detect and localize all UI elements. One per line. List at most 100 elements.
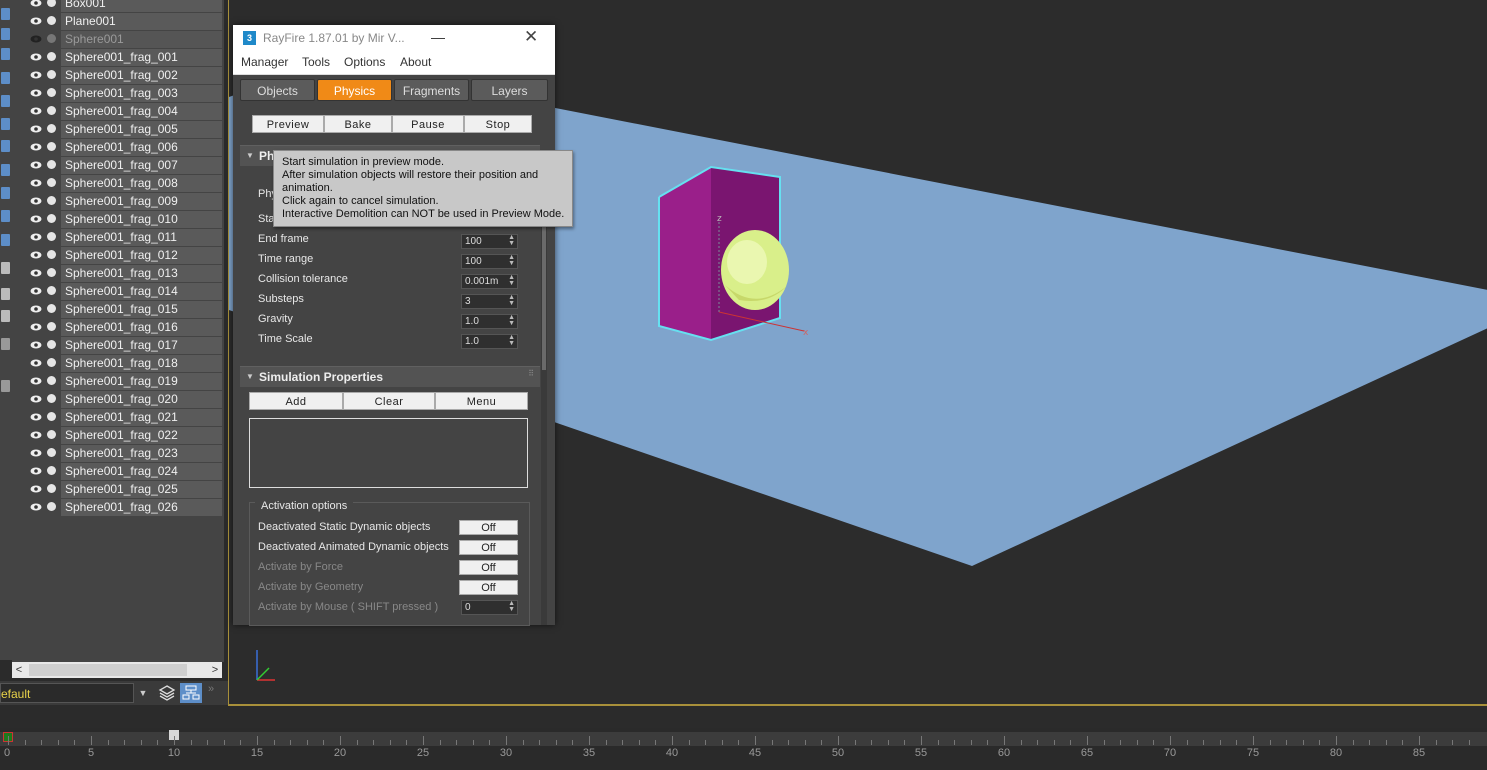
explorer-horizontal-scrollbar[interactable]: < > [12,662,222,678]
tab-layers[interactable]: Layers [471,79,548,101]
render-toggle-icon[interactable] [47,52,56,61]
explorer-row[interactable]: Sphere001_frag_010 [12,211,222,228]
object-name[interactable]: Sphere001_frag_008 [61,175,222,192]
toolbar-icon[interactable] [1,95,10,107]
hierarchy-icon[interactable] [180,683,202,703]
explorer-row[interactable]: Sphere001_frag_001 [12,49,222,66]
spinner-arrows-icon[interactable]: ▲ ▼ [508,254,515,267]
spinner-arrows-icon[interactable]: ▲ ▼ [508,600,515,613]
render-toggle-icon[interactable] [47,448,56,457]
toolbar-icon[interactable] [1,262,10,274]
object-name[interactable]: Sphere001_frag_019 [61,373,222,390]
render-toggle-icon[interactable] [47,430,56,439]
toolbar-icon[interactable] [1,234,10,246]
tab-fragments[interactable]: Fragments [394,79,469,101]
tab-objects[interactable]: Objects [240,79,315,101]
object-name[interactable]: Sphere001_frag_018 [61,355,222,372]
object-name[interactable]: Sphere001_frag_016 [61,319,222,336]
toolbar-icon[interactable] [1,140,10,152]
object-name[interactable]: Sphere001_frag_017 [61,337,222,354]
toolbar-icon[interactable] [1,288,10,300]
render-toggle-icon[interactable] [47,178,56,187]
toolbar-icon[interactable] [1,48,10,60]
spinner-arrows-icon[interactable]: ▲ ▼ [508,274,515,287]
visibility-eye-icon[interactable] [30,377,42,385]
object-name[interactable]: Sphere001_frag_020 [61,391,222,408]
visibility-eye-icon[interactable] [30,215,42,223]
layers-icon[interactable] [157,683,177,703]
explorer-row[interactable]: Sphere001_frag_003 [12,85,222,102]
spinner-value[interactable]: 0 [465,602,471,613]
explorer-row[interactable]: Sphere001_frag_006 [12,139,222,156]
visibility-eye-icon[interactable] [30,359,42,367]
render-toggle-icon[interactable] [47,196,56,205]
spinner-value[interactable]: 0.001m [465,276,498,287]
toolbar-icon[interactable] [1,338,10,350]
visibility-eye-icon[interactable] [30,0,42,7]
menu-tools[interactable]: Tools [302,55,330,69]
explorer-row[interactable]: Sphere001_frag_009 [12,193,222,210]
visibility-eye-icon[interactable] [30,395,42,403]
spinner-value[interactable]: 100 [465,236,482,247]
spinner-arrows-icon[interactable]: ▲ ▼ [508,334,515,347]
menu-button[interactable]: Menu [435,392,528,410]
menu-options[interactable]: Options [344,55,385,69]
property-spinner[interactable]: 1.0 ▲ ▼ [461,314,518,329]
close-icon[interactable]: ✕ [524,27,538,47]
object-name[interactable]: Box001 [61,0,222,12]
render-toggle-icon[interactable] [47,232,56,241]
visibility-eye-icon[interactable] [30,17,42,25]
explorer-row[interactable]: Sphere001_frag_019 [12,373,222,390]
render-toggle-icon[interactable] [47,88,56,97]
explorer-row[interactable]: Sphere001_frag_004 [12,103,222,120]
current-layer-field[interactable]: efault [0,683,134,703]
object-name[interactable]: Sphere001_frag_021 [61,409,222,426]
render-toggle-icon[interactable] [47,358,56,367]
visibility-eye-icon[interactable] [30,467,42,475]
object-name[interactable]: Sphere001_frag_010 [61,211,222,228]
explorer-row[interactable]: Sphere001_frag_017 [12,337,222,354]
stop-button[interactable]: Stop [464,115,532,133]
spinner-value[interactable]: 3 [465,296,471,307]
explorer-row[interactable]: Box001 [12,0,222,12]
property-spinner[interactable]: 100 ▲ ▼ [461,234,518,249]
rayfire-titlebar[interactable]: 3 RayFire 1.87.01 by Mir V... — ✕ [233,25,555,52]
explorer-row[interactable]: Sphere001_frag_021 [12,409,222,426]
explorer-row[interactable]: Sphere001_frag_018 [12,355,222,372]
toolbar-icon[interactable] [1,210,10,222]
object-name[interactable]: Sphere001_frag_011 [61,229,222,246]
explorer-row[interactable]: Sphere001_frag_007 [12,157,222,174]
object-name[interactable]: Sphere001_frag_006 [61,139,222,156]
explorer-row[interactable]: Sphere001_frag_016 [12,319,222,336]
object-name[interactable]: Sphere001_frag_007 [61,157,222,174]
visibility-eye-icon[interactable] [30,89,42,97]
visibility-eye-icon[interactable] [30,485,42,493]
visibility-eye-icon[interactable] [30,413,42,421]
object-name[interactable]: Sphere001_frag_026 [61,499,222,516]
render-toggle-icon[interactable] [47,304,56,313]
render-toggle-icon[interactable] [47,214,56,223]
explorer-row[interactable]: Sphere001_frag_011 [12,229,222,246]
toolbar-icon[interactable] [1,310,10,322]
visibility-eye-icon[interactable] [30,179,42,187]
visibility-eye-icon[interactable] [30,197,42,205]
explorer-row[interactable]: Sphere001_frag_025 [12,481,222,498]
tab-physics[interactable]: Physics [317,79,392,101]
menu-about[interactable]: About [400,55,431,69]
render-toggle-icon[interactable] [47,124,56,133]
timeline[interactable]: 5 10 15 20 25 30 35 40 45 50 55 60 65 70 75 80 85 0 [0,728,1487,770]
visibility-eye-icon[interactable] [30,233,42,241]
property-spinner[interactable]: 1.0 ▲ ▼ [461,334,518,349]
explorer-row[interactable]: Sphere001_frag_008 [12,175,222,192]
preview-button[interactable]: Preview [252,115,324,133]
minimize-icon[interactable]: — [431,29,445,45]
explorer-row[interactable]: Sphere001_frag_002 [12,67,222,84]
chevron-down-icon[interactable]: ▼ [136,683,150,703]
visibility-eye-icon[interactable] [30,53,42,61]
toolbar-icon[interactable] [1,118,10,130]
explorer-row[interactable]: Sphere001_frag_022 [12,427,222,444]
more-icon[interactable]: » [208,683,214,695]
toolbar-icon[interactable] [1,72,10,84]
explorer-row[interactable]: Sphere001_frag_026 [12,499,222,516]
spinner-arrows-icon[interactable]: ▲ ▼ [508,294,515,307]
